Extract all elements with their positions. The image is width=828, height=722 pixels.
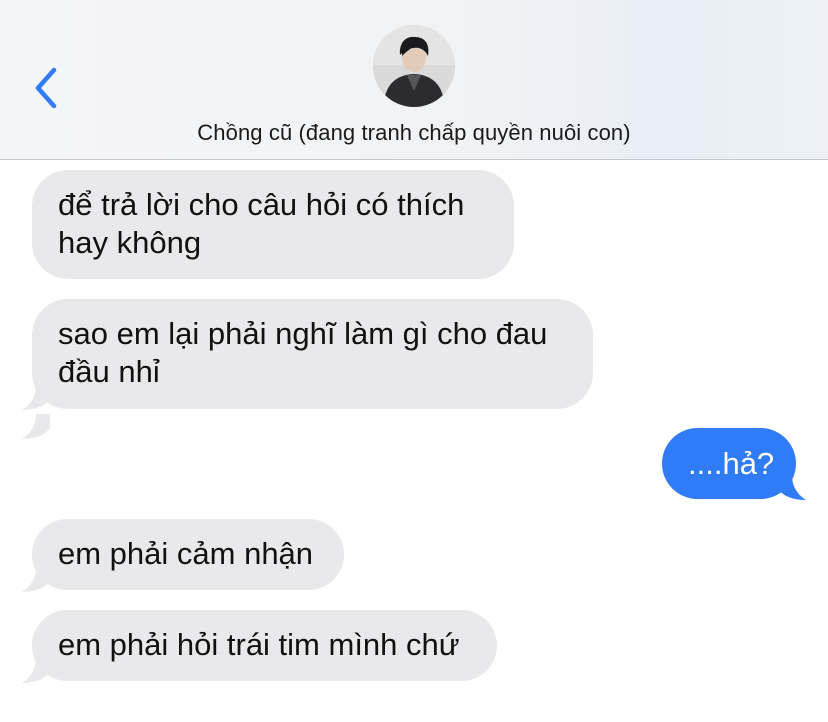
message-bubble-incoming[interactable]: sao em lại phải nghĩ làm gì cho đau đầu … — [32, 299, 593, 409]
message-bubble-incoming[interactable]: em phải hỏi trái tim mình chứ — [32, 610, 497, 681]
back-button[interactable] — [30, 66, 64, 110]
message-text: em phải cảm nhận — [58, 536, 314, 571]
message-bubble-outgoing[interactable]: ....hả? — [662, 428, 796, 499]
message-thread: để trả lời cho câu hỏi có thích hay khôn… — [0, 160, 828, 722]
contact-name[interactable]: Chồng cũ (đang tranh chấp quyền nuôi con… — [0, 120, 828, 146]
message-bubble-incoming[interactable]: em phải cảm nhận — [32, 519, 344, 590]
avatar-photo — [373, 25, 455, 107]
conversation-header: Chồng cũ (đang tranh chấp quyền nuôi con… — [0, 0, 828, 160]
incoming-bubble-tail — [22, 414, 50, 439]
contact-avatar[interactable] — [373, 25, 455, 107]
message-text: sao em lại phải nghĩ làm gì cho đau đầu … — [58, 316, 548, 389]
message-text: để trả lời cho câu hỏi có thích hay khôn… — [58, 187, 465, 260]
message-text: em phải hỏi trái tim mình chứ — [58, 627, 460, 662]
message-bubble-incoming[interactable]: để trả lời cho câu hỏi có thích hay khôn… — [32, 170, 514, 279]
chevron-left-icon — [35, 67, 57, 109]
message-text: ....hả? — [688, 446, 775, 481]
